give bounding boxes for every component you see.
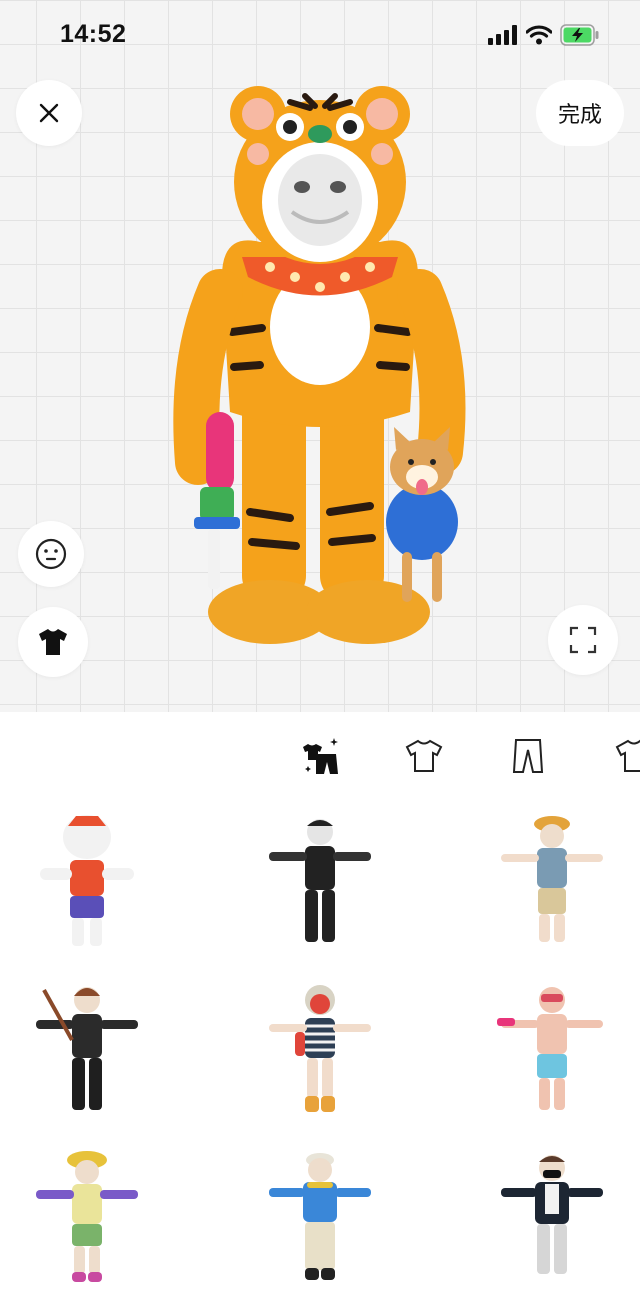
fullscreen-icon (569, 626, 597, 654)
outfit-item-2[interactable] (220, 802, 420, 962)
outfit-panel (0, 712, 640, 1298)
outfit-thumbnail (40, 815, 134, 946)
outfit-thumbnail (501, 816, 603, 942)
cellular-signal-icon (488, 25, 517, 45)
face-edit-button[interactable] (18, 521, 84, 587)
status-time: 14:52 (60, 20, 127, 48)
outfit-item-3[interactable] (452, 802, 640, 962)
full-outfit-icon (303, 738, 338, 774)
outfit-thumbnail (269, 1153, 371, 1280)
outfit-thumbnail (36, 987, 138, 1110)
fullscreen-button[interactable] (548, 605, 618, 675)
outfit-thumbnail (36, 1151, 138, 1282)
outfit-item-9[interactable] (452, 1138, 640, 1298)
outfit-edit-button[interactable] (18, 607, 88, 677)
outfit-item-8[interactable] (220, 1138, 420, 1298)
pants-icon (512, 739, 544, 773)
close-icon (39, 103, 59, 123)
close-button[interactable] (16, 80, 82, 146)
status-bar: 14:52 (0, 0, 640, 72)
face-icon (35, 538, 67, 570)
avatar-preview-stage: 14:52 完成 (0, 0, 640, 712)
other-clothing-icon (615, 739, 640, 772)
avatar-figure (173, 86, 466, 644)
battery-charging-icon (560, 24, 599, 46)
outfit-thumbnail (269, 985, 371, 1112)
tab-full-outfit[interactable] (300, 734, 344, 778)
wifi-icon (526, 25, 552, 45)
outfit-item-4[interactable] (0, 970, 187, 1130)
outfit-item-6[interactable] (452, 970, 640, 1130)
outfit-item-5[interactable] (220, 970, 420, 1130)
status-icons (488, 24, 600, 46)
top-shirt-icon (405, 739, 443, 772)
outfit-thumbnail (501, 1155, 603, 1274)
tshirt-icon (39, 629, 67, 655)
tab-pants[interactable] (506, 734, 550, 778)
outfit-thumbnail (269, 819, 371, 942)
category-tabs (0, 712, 640, 800)
outfit-thumbnail (497, 987, 603, 1110)
outfit-item-1[interactable] (0, 802, 187, 962)
outfit-item-7[interactable] (0, 1138, 187, 1298)
done-button[interactable]: 完成 (536, 80, 624, 146)
tab-tops[interactable] (402, 734, 446, 778)
tab-other-clothing[interactable] (612, 734, 640, 778)
